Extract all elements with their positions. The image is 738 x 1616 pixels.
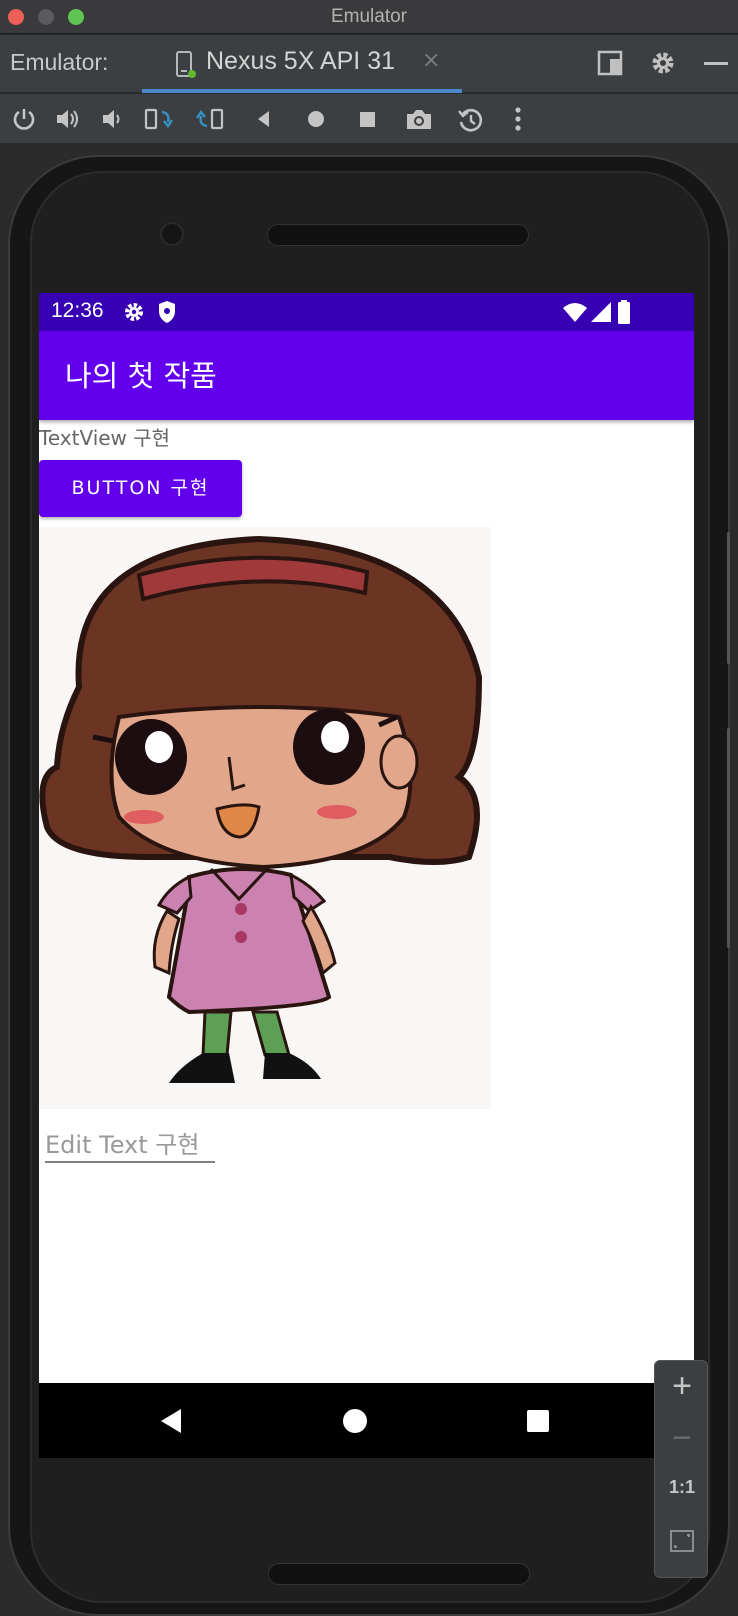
main-button[interactable]: BUTTON 구현 — [39, 460, 242, 517]
more-icon[interactable] — [512, 106, 538, 132]
app-bar: 나의 첫 작품 — [39, 331, 694, 420]
device-icon — [174, 51, 198, 83]
navigation-bar — [39, 1383, 694, 1458]
top-speaker — [267, 224, 529, 246]
rotate-right-icon[interactable] — [196, 106, 224, 132]
text-view: TextView 구현 — [39, 426, 171, 450]
device-screen[interactable]: 12:36 나의 첫 작품 TextView 구현 BUTTON 구현 Edit… — [39, 293, 694, 1458]
snapshot-icon[interactable] — [457, 106, 483, 132]
layout-toggle-icon[interactable] — [596, 49, 624, 81]
nav-overview-icon[interactable] — [526, 1409, 550, 1437]
emulator-toolbar — [0, 94, 738, 144]
screenshot-icon[interactable] — [405, 106, 431, 132]
fit-screen-icon[interactable] — [669, 1529, 695, 1557]
signal-icon — [590, 301, 612, 327]
nav-home-icon[interactable] — [342, 1408, 368, 1438]
edit-text-field[interactable]: Edit Text 구현 — [45, 1119, 215, 1163]
tab-close-icon[interactable]: × — [422, 48, 440, 73]
zoom-out-button[interactable]: − — [655, 1419, 709, 1458]
nav-back-icon[interactable] — [159, 1407, 185, 1439]
window-title: Emulator — [330, 6, 408, 27]
app-title: 나의 첫 작품 — [65, 359, 217, 393]
zoom-in-button[interactable]: + — [655, 1367, 709, 1406]
device-tab[interactable]: Nexus 5X API 31 × — [142, 35, 462, 93]
bottom-speaker — [268, 1563, 530, 1585]
rotate-left-icon[interactable] — [144, 106, 173, 132]
tool-window-label: Emulator: — [10, 49, 109, 75]
status-time: 12:36 — [51, 299, 104, 322]
emulator-tool-header: Emulator: Nexus 5X API 31 × — [0, 35, 738, 93]
home-icon[interactable] — [303, 106, 329, 132]
window-title-bar: Emulator — [0, 0, 738, 34]
volume-up-icon[interactable] — [55, 106, 81, 132]
back-icon[interactable] — [252, 106, 278, 132]
volume-down-icon[interactable] — [100, 106, 126, 132]
tab-label: Nexus 5X API 31 — [206, 47, 396, 75]
character-image — [39, 527, 491, 1109]
gear-icon[interactable] — [649, 49, 677, 81]
settings-notification-icon — [123, 301, 145, 327]
scrollbar-upper[interactable] — [727, 532, 730, 664]
overview-icon[interactable] — [354, 106, 380, 132]
scrollbar-lower[interactable] — [727, 728, 730, 948]
wifi-icon — [562, 301, 588, 327]
status-bar: 12:36 — [39, 293, 694, 331]
power-icon[interactable] — [11, 106, 37, 132]
minimize-tool-icon[interactable] — [702, 49, 730, 81]
zoom-one-to-one-button[interactable]: 1:1 — [655, 1477, 709, 1498]
battery-icon — [617, 299, 631, 329]
front-camera — [160, 222, 184, 246]
shield-notification-icon — [157, 300, 177, 328]
zoom-panel: + − 1:1 — [654, 1360, 708, 1578]
